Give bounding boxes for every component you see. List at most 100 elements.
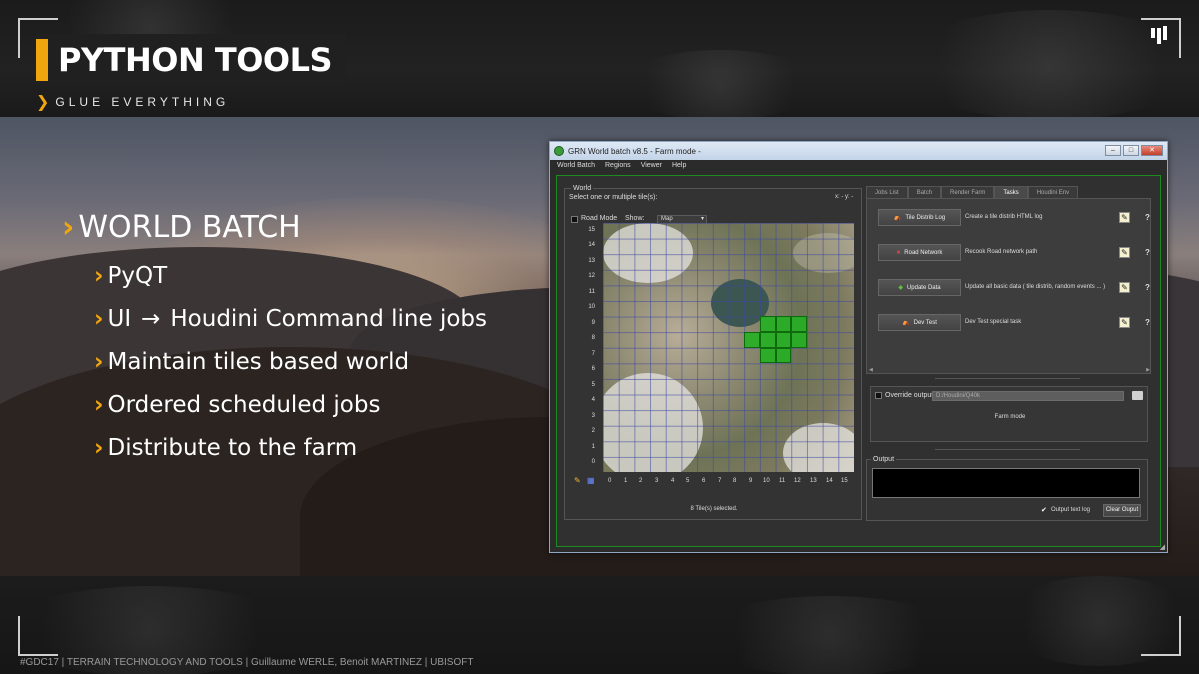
- selected-tile[interactable]: [759, 316, 776, 332]
- output-log-area[interactable]: [872, 468, 1140, 498]
- task-row: ⛺ Dev Test Dev Test special task ✎ ?: [867, 314, 1152, 332]
- selected-tile[interactable]: [759, 347, 776, 364]
- x-axis: 0 1 2 3 4 5 6 7 8 9 10 11 12 13 14 15: [603, 478, 854, 488]
- menu-bar: World Batch Regions Viewer Help: [550, 160, 1167, 171]
- window-controls: – □ ✕: [1105, 145, 1163, 156]
- bullet-item: › PyQT: [94, 259, 487, 292]
- output-path-field[interactable]: D:/Houdini/Q40k: [932, 391, 1124, 401]
- dev-test-button[interactable]: ⛺ Dev Test: [878, 314, 961, 331]
- show-select-value: Map: [661, 216, 673, 222]
- edit-icon[interactable]: ✎: [1119, 212, 1130, 223]
- update-data-button[interactable]: ◆ Update Data: [878, 279, 961, 296]
- scroll-right-icon[interactable]: ▶: [1146, 367, 1150, 373]
- task-button-label: Update Data: [906, 284, 941, 291]
- menu-world-batch[interactable]: World Batch: [557, 162, 595, 169]
- pick-tool-icon[interactable]: ✎: [574, 476, 583, 485]
- y-tick: 6: [591, 366, 595, 372]
- selected-tile[interactable]: [744, 331, 760, 348]
- x-tick: 4: [671, 478, 675, 484]
- bullet-main-text: WORLD BATCH: [78, 210, 301, 245]
- selected-tile[interactable]: [759, 331, 776, 348]
- close-button[interactable]: ✕: [1141, 145, 1163, 156]
- x-tick: 14: [826, 478, 833, 484]
- selected-tile[interactable]: [775, 331, 792, 348]
- help-icon[interactable]: ?: [1145, 318, 1150, 327]
- selected-tile[interactable]: [775, 347, 792, 364]
- bullet-item: › UI → Houdini Command line jobs: [94, 302, 487, 335]
- road-mode-checkbox[interactable]: [571, 216, 578, 223]
- y-tick: 9: [591, 320, 595, 326]
- cube-icon: ◆: [898, 285, 903, 291]
- override-output-checkbox[interactable]: [875, 392, 882, 399]
- task-description: Dev Test special task: [965, 319, 1022, 325]
- help-icon[interactable]: ?: [1145, 213, 1150, 222]
- tab-render-farm[interactable]: Render Farm: [941, 186, 995, 198]
- y-tick: 3: [591, 413, 595, 419]
- tile-grid: [603, 223, 854, 472]
- tab-batch[interactable]: Batch: [907, 186, 942, 198]
- grid-toggle-icon[interactable]: ▦: [587, 476, 596, 485]
- override-output-label: Override output: [885, 392, 934, 399]
- bullet-item: › Ordered scheduled jobs: [94, 388, 487, 421]
- tab-tasks[interactable]: Tasks: [994, 186, 1028, 198]
- world-group-label: World: [571, 185, 594, 192]
- chevron-right-icon: ›: [94, 262, 104, 289]
- chevron-right-icon: ›: [94, 348, 104, 375]
- frame-corner-bottom-right: [1141, 616, 1181, 656]
- x-tick: 12: [794, 478, 801, 484]
- slide-footer: #GDC17 | TERRAIN TECHNOLOGY AND TOOLS | …: [20, 657, 474, 668]
- chevron-right-icon: ›: [62, 210, 75, 245]
- selected-tile[interactable]: [775, 316, 792, 332]
- slide-title-box: PYTHON TOOLS: [36, 34, 347, 86]
- maximize-button[interactable]: □: [1123, 145, 1139, 156]
- folder-icon[interactable]: [1132, 391, 1143, 400]
- slide-subtitle-text: GLUE EVERYTHING: [55, 94, 230, 109]
- help-icon[interactable]: ?: [1145, 248, 1150, 257]
- world-tile-map[interactable]: [603, 223, 854, 472]
- x-tick: 11: [779, 478, 786, 484]
- resize-grip-icon[interactable]: ◢: [1160, 543, 1165, 551]
- chevron-right-icon: ›: [94, 305, 104, 332]
- title-accent-bar: [36, 39, 48, 81]
- selected-tile[interactable]: [791, 316, 807, 332]
- farm-mode-frame: World Select one or multiple tile(s): x:…: [556, 175, 1161, 547]
- x-tick: 6: [702, 478, 706, 484]
- x-tick: 2: [639, 478, 643, 484]
- bullet-text: Ordered scheduled jobs: [107, 391, 381, 418]
- scroll-left-icon[interactable]: ◀: [869, 367, 873, 373]
- ubisoft-logo-icon: [1151, 26, 1167, 44]
- tab-jobs-list[interactable]: Jobs List: [866, 186, 908, 198]
- output-group-label: Output: [871, 456, 897, 463]
- chevron-down-icon: ▾: [700, 216, 704, 222]
- tab-houdini-env[interactable]: Houdini Env: [1027, 186, 1079, 198]
- menu-help[interactable]: Help: [672, 162, 686, 169]
- edit-icon[interactable]: ✎: [1119, 247, 1130, 258]
- app-icon: [554, 146, 564, 156]
- road-network-button[interactable]: ■ Road Network: [878, 244, 961, 261]
- x-tick: 1: [624, 478, 628, 484]
- menu-regions[interactable]: Regions: [605, 162, 631, 169]
- cursor-coords: x: - y: -: [835, 194, 854, 200]
- window-titlebar[interactable]: GRN World batch v8.5 - Farm mode - – □ ✕: [550, 142, 1167, 160]
- tile-distrib-log-button[interactable]: ⛺ Tile Distrib Log: [878, 209, 961, 226]
- output-text-log-label: Output text log: [1051, 507, 1091, 513]
- bullet-list: › WORLD BATCH › PyQT › UI → Houdini Comm…: [62, 210, 487, 464]
- minimize-button[interactable]: –: [1105, 145, 1121, 156]
- menu-viewer[interactable]: Viewer: [641, 162, 662, 169]
- selected-tile[interactable]: [791, 331, 807, 348]
- checkmark-icon[interactable]: ✔: [1041, 506, 1047, 514]
- bullet-text: PyQT: [107, 262, 168, 289]
- y-tick: 2: [591, 428, 595, 434]
- clear-output-button[interactable]: Clear Ouput: [1103, 504, 1141, 517]
- x-tick: 0: [608, 478, 612, 484]
- task-button-label: Tile Distrib Log: [905, 214, 946, 221]
- chevron-right-icon: ›: [94, 434, 104, 461]
- help-icon[interactable]: ?: [1145, 283, 1150, 292]
- horizontal-scrollbar[interactable]: ◀ ▶: [867, 367, 1152, 374]
- x-tick: 15: [841, 478, 848, 484]
- edit-icon[interactable]: ✎: [1119, 282, 1130, 293]
- task-row: ⛺ Tile Distrib Log Create a tile distrib…: [867, 209, 1152, 227]
- bullet-text: Distribute to the farm: [107, 434, 358, 461]
- edit-icon[interactable]: ✎: [1119, 317, 1130, 328]
- farm-mode-label: Farm mode: [994, 414, 1026, 420]
